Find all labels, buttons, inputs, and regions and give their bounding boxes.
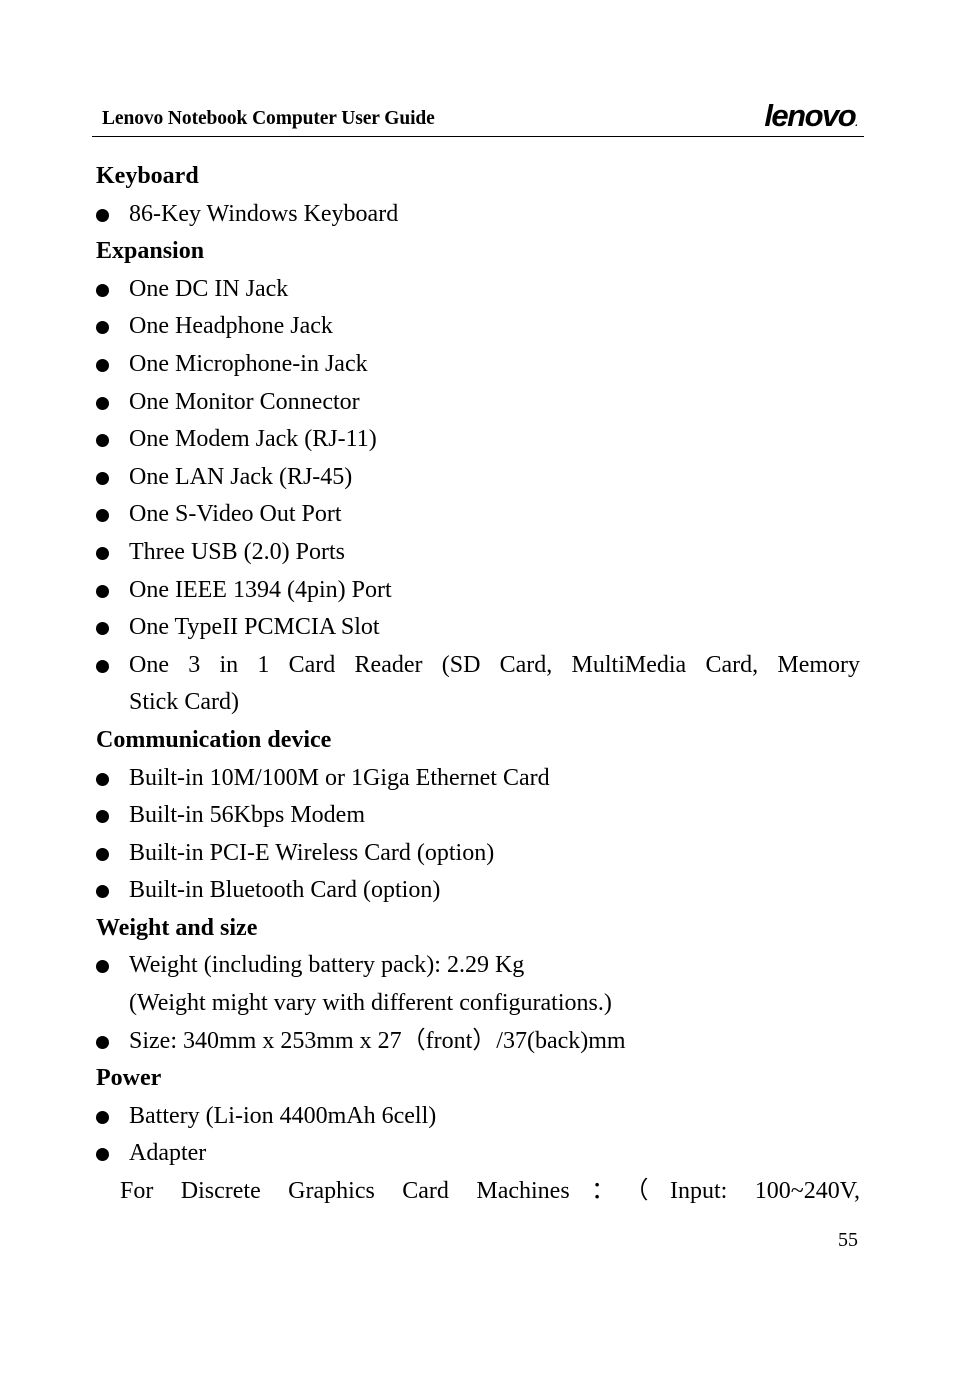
list-item: Built-in 10M/100M or 1Giga Ethernet Card [96, 760, 860, 798]
bullet-icon [96, 509, 109, 523]
list-item: Built-in Bluetooth Card (option) [96, 872, 860, 910]
bullet-icon [96, 622, 109, 636]
list-item: One TypeII PCMCIA Slot [96, 609, 860, 647]
bullet-icon [96, 283, 109, 297]
list-item: Built-in PCI-E Wireless Card (option) [96, 835, 860, 873]
bullet-icon [96, 434, 109, 448]
bullet-icon [96, 659, 109, 673]
bullet-icon [96, 1148, 109, 1162]
list-item: One Microphone-in Jack [96, 346, 860, 384]
bullet-icon [96, 358, 109, 372]
bullet-icon [96, 847, 109, 861]
list-item: One Monitor Connector [96, 384, 860, 422]
bullet-icon [96, 584, 109, 598]
list-item: One LAN Jack (RJ-45) [96, 459, 860, 497]
adapter-detail: For Discrete Graphics Card Machines：（Inp… [120, 1178, 860, 1205]
bullet-icon [96, 960, 109, 974]
logo-dot: . [855, 118, 858, 129]
logo-text: lenovo [764, 98, 856, 133]
section-heading-power: Power [96, 1065, 162, 1092]
bullet-icon [96, 1035, 109, 1049]
weight-note: (Weight might vary with different config… [129, 990, 612, 1017]
list-item: One S-Video Out Port [96, 496, 860, 534]
bullet-icon [96, 810, 109, 824]
bullet-icon [96, 396, 109, 410]
page-content: Keyboard 86-Key Windows Keyboard Expansi… [96, 158, 860, 1211]
list-item: One IEEE 1394 (4pin) Port [96, 572, 860, 610]
list-item: One DC IN Jack [96, 271, 860, 309]
list-item-size: Size: 340mm x 253mm x 27（front）/37(back)… [96, 1023, 860, 1061]
bullet-icon [96, 772, 109, 786]
list-item: 86-Key Windows Keyboard [96, 196, 860, 234]
bullet-icon [96, 885, 109, 899]
page-header: Lenovo Notebook Computer User Guide leno… [92, 100, 864, 137]
bullet-icon [96, 471, 109, 485]
bullet-icon [96, 208, 109, 222]
list-item: Adapter [96, 1135, 860, 1173]
page-number: 55 [838, 1229, 858, 1251]
bullet-icon [96, 321, 109, 335]
bullet-icon [96, 1110, 109, 1124]
list-item-continuation: Stick Card) [129, 689, 239, 716]
list-item-card-reader: One 3 in 1 Card Reader (SD Card, MultiMe… [96, 647, 860, 685]
list-item-weight: Weight (including battery pack): 2.29 Kg [96, 947, 860, 985]
list-item: One Headphone Jack [96, 308, 860, 346]
section-heading-communication: Communication device [96, 726, 332, 753]
section-heading-weight-size: Weight and size [96, 914, 258, 941]
list-item: Three USB (2.0) Ports [96, 534, 860, 572]
bullet-icon [96, 546, 109, 560]
list-item: One Modem Jack (RJ-11) [96, 421, 860, 459]
lenovo-logo: lenovo. [764, 100, 858, 140]
section-heading-keyboard: Keyboard [96, 163, 199, 189]
document-title: Lenovo Notebook Computer User Guide [102, 108, 435, 129]
list-item: Battery (Li-ion 4400mAh 6cell) [96, 1098, 860, 1136]
list-item: Built-in 56Kbps Modem [96, 797, 860, 835]
section-heading-expansion: Expansion [96, 238, 205, 265]
